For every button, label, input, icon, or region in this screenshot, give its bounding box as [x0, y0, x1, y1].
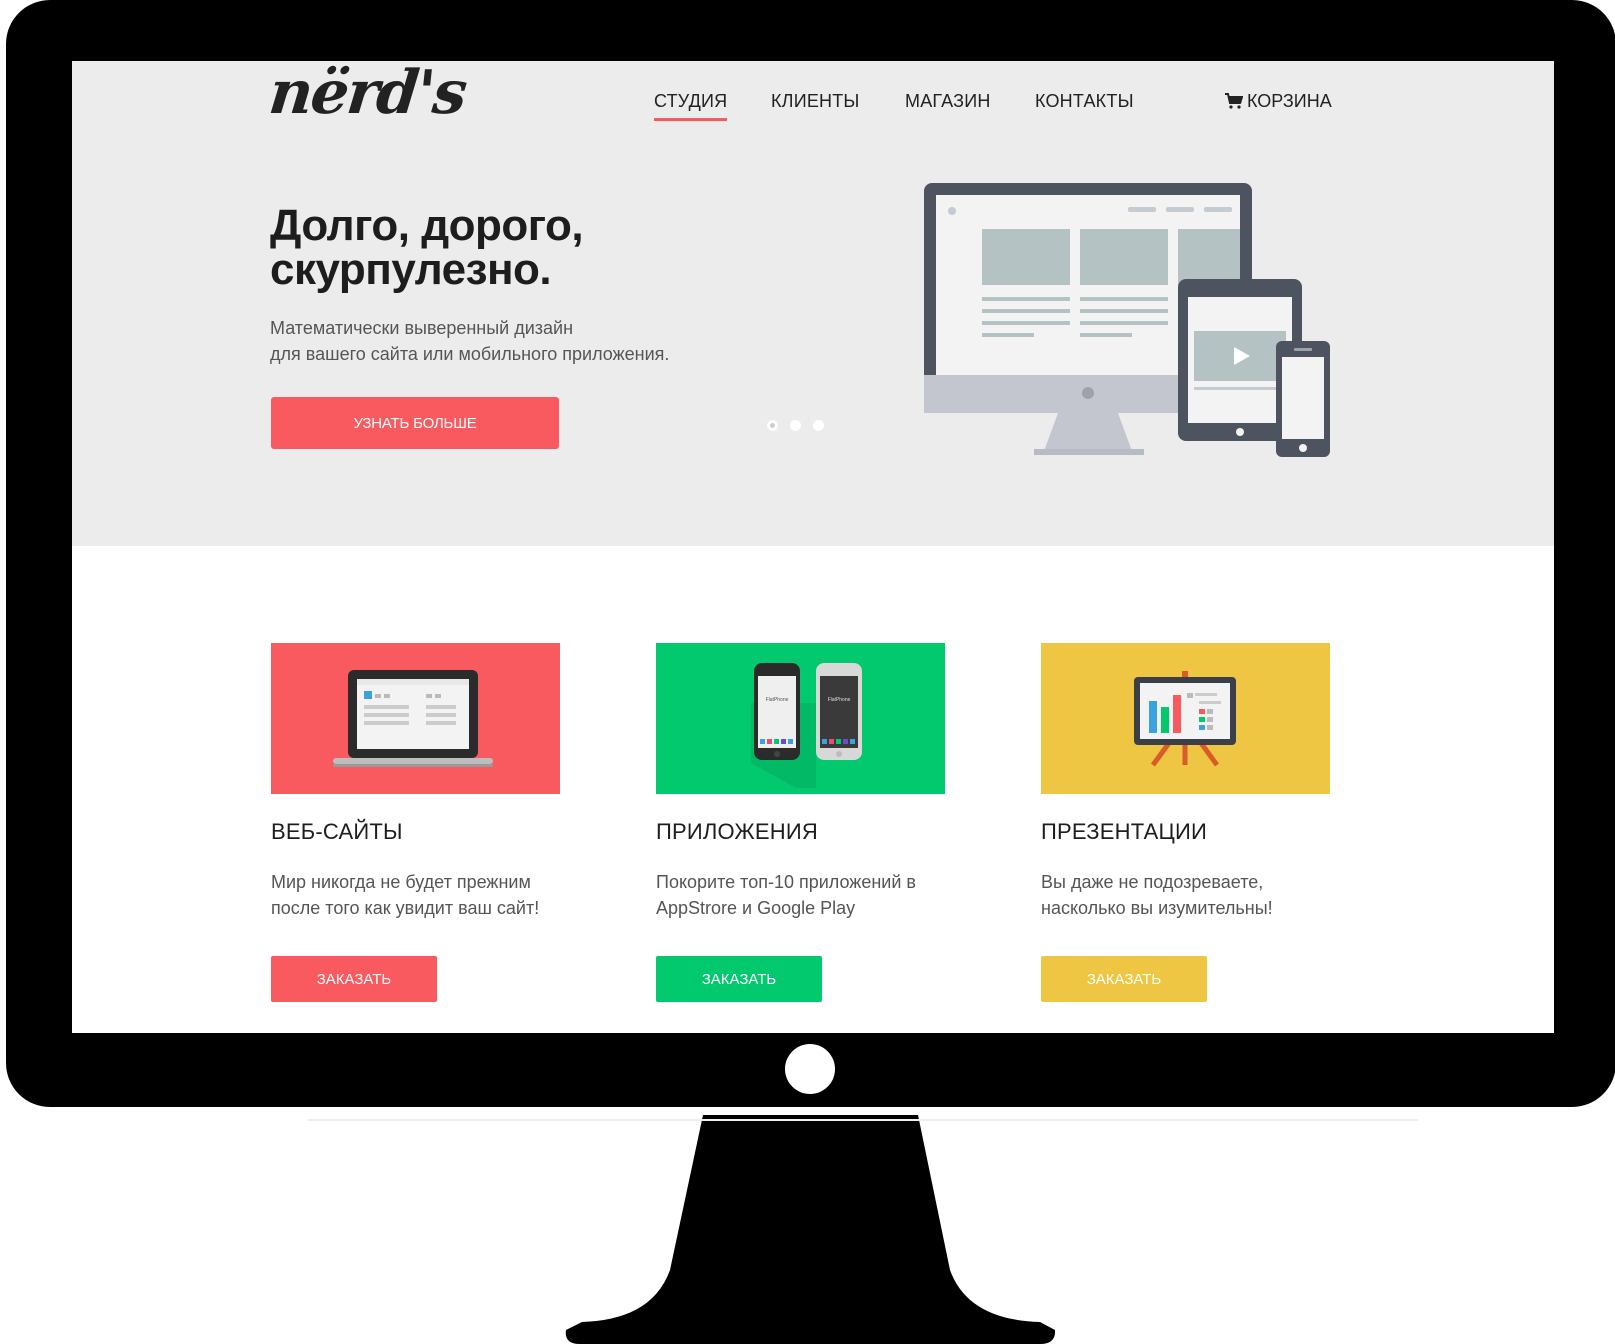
service-text: Мир никогда не будет прежним после того … — [271, 872, 540, 918]
nav-item-contacts[interactable]: КОНТАКТЫ — [1035, 91, 1134, 118]
monitor-mockup: nërd's СТУДИЯ КЛИЕНТЫ МАГАЗИН КОНТАКТЫ К… — [0, 0, 1615, 1344]
slider-dots — [767, 418, 836, 436]
service-image: FlatPhone FlatPhone — [656, 643, 945, 794]
learn-more-button[interactable]: УЗНАТЬ БОЛЬШЕ — [271, 397, 559, 449]
service-title: ПРЕЗЕНТАЦИИ — [1041, 819, 1208, 844]
order-presentations-button[interactable]: ЗАКАЗАТЬ — [1041, 956, 1207, 1002]
service-image — [271, 643, 560, 794]
slider-dot[interactable] — [813, 420, 824, 431]
hero-title: Долго, дорого, скурпулезно. — [270, 201, 584, 294]
service-card-presentations: ПРЕЗЕНТАЦИИ Вы даже не подозреваете, нас… — [1041, 643, 1330, 1002]
service-title: ВЕБ-САЙТЫ — [271, 819, 403, 844]
cart-icon — [1225, 93, 1244, 109]
order-websites-button[interactable]: ЗАКАЗАТЬ — [271, 956, 437, 1002]
phone-label: FlatPhone — [766, 697, 789, 703]
service-image — [1041, 643, 1330, 794]
website-screen: nërd's СТУДИЯ КЛИЕНТЫ МАГАЗИН КОНТАКТЫ К… — [72, 61, 1554, 1033]
hero-section: nërd's СТУДИЯ КЛИЕНТЫ МАГАЗИН КОНТАКТЫ К… — [72, 61, 1554, 546]
cart-link[interactable]: КОРЗИНА — [1225, 91, 1332, 112]
responsive-devices-illustration — [924, 183, 1330, 457]
service-card-apps: FlatPhone FlatPhone ПРИЛОЖЕНИЯ Покорите … — [656, 643, 945, 1002]
phones-icon: FlatPhone FlatPhone — [751, 663, 862, 788]
service-text: Вы даже не подозреваете, насколько вы из… — [1041, 872, 1273, 918]
order-apps-button[interactable]: ЗАКАЗАТЬ — [656, 956, 822, 1002]
slider-dot[interactable] — [790, 420, 801, 431]
nav-item-clients[interactable]: КЛИЕНТЫ — [771, 91, 860, 118]
cart-label: КОРЗИНА — [1247, 91, 1332, 111]
divider — [308, 1119, 1418, 1121]
service-title: ПРИЛОЖЕНИЯ — [656, 819, 818, 844]
phone-label: FlatPhone — [828, 697, 851, 703]
service-card-websites: ВЕБ-САЙТЫ Мир никогда не будет прежним п… — [271, 643, 560, 1002]
nav-item-shop[interactable]: МАГАЗИН — [905, 91, 991, 118]
laptop-icon — [333, 670, 493, 767]
main-nav: СТУДИЯ КЛИЕНТЫ МАГАЗИН КОНТАКТЫ КОРЗИНА — [72, 61, 1554, 141]
slider-dot[interactable] — [767, 420, 778, 431]
power-button[interactable] — [785, 1044, 835, 1094]
service-text: Покорите топ-10 приложений в AppStrore и… — [656, 872, 916, 918]
presentation-board-icon — [1134, 671, 1236, 767]
nav-item-studio[interactable]: СТУДИЯ — [654, 91, 728, 121]
hero-subtitle: Математически выверенный дизайн для ваше… — [270, 318, 670, 364]
